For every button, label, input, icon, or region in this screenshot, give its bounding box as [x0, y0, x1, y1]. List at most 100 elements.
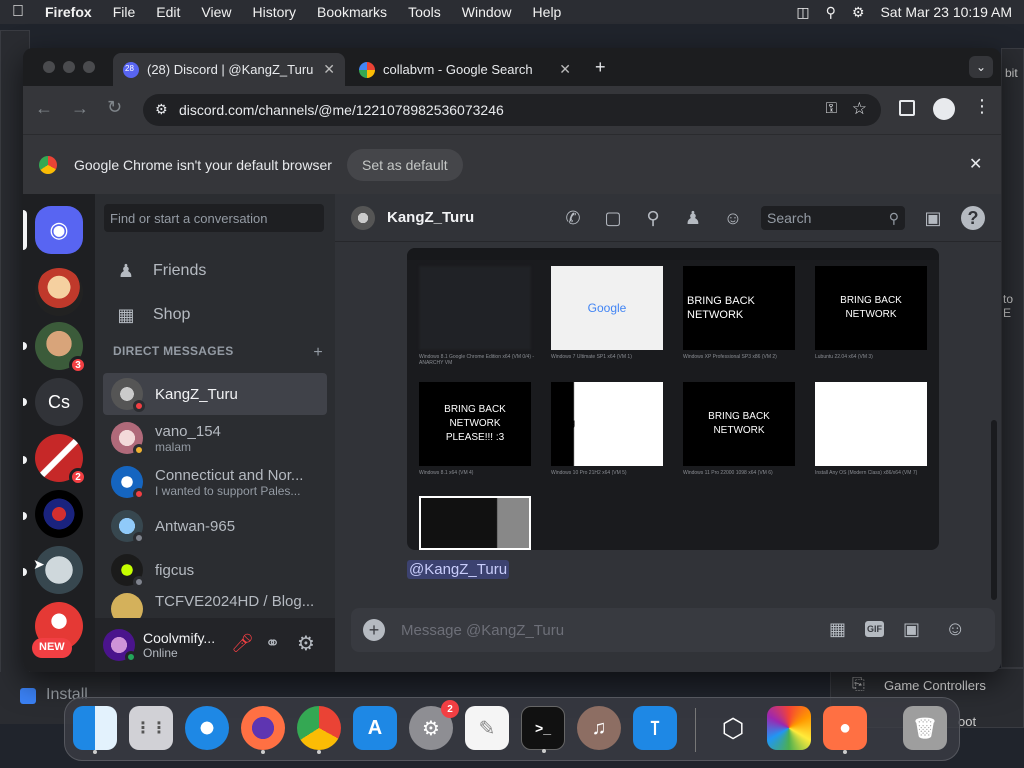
- display-icon[interactable]: ◫: [796, 4, 809, 21]
- dm-item-tcfve[interactable]: TCFVE2024HD / Blog...: [103, 593, 327, 618]
- voice-call-icon[interactable]: ✆: [561, 206, 585, 230]
- new-badge: NEW: [32, 638, 72, 658]
- tab-google-search[interactable]: collabvm - Google Search ✕: [349, 53, 581, 86]
- garageband-icon[interactable]: ♫: [577, 706, 621, 750]
- server-icon-1[interactable]: [35, 268, 83, 316]
- site-info-icon[interactable]: ⚙: [155, 101, 168, 118]
- unread-indicator: [23, 398, 27, 406]
- apple-icon[interactable]: : [12, 3, 24, 21]
- back-icon[interactable]: ←: [35, 98, 53, 119]
- close-infobar-icon[interactable]: ✕: [969, 154, 982, 174]
- menu-tools[interactable]: Tools: [408, 4, 441, 20]
- menubar-app-name[interactable]: Firefox: [45, 4, 92, 20]
- new-tab-icon[interactable]: +: [595, 57, 606, 78]
- reload-icon[interactable]: ↻: [107, 97, 122, 118]
- bookmark-star-icon[interactable]: ☆: [852, 99, 867, 119]
- firefox-icon[interactable]: [241, 706, 285, 754]
- chrome-icon[interactable]: [297, 706, 341, 754]
- trash-icon[interactable]: 🗑︎: [903, 706, 947, 750]
- tab-search-icon[interactable]: ⌄: [969, 56, 993, 78]
- dm-item-figcus[interactable]: figcus: [103, 549, 327, 591]
- help-icon[interactable]: ?: [961, 206, 985, 230]
- dm-item-connecticut[interactable]: Connecticut and Nor... I wanted to suppor…: [103, 461, 327, 503]
- close-window-button[interactable]: [43, 61, 55, 73]
- user-settings-gear-icon[interactable]: ⚙: [297, 631, 315, 656]
- default-browser-infobar: Google Chrome isn't your default browser…: [23, 134, 1001, 194]
- vm-thumbnail-7: [815, 382, 927, 466]
- server-icon-2[interactable]: 3: [35, 322, 87, 374]
- menu-edit[interactable]: Edit: [156, 4, 180, 20]
- video-call-icon[interactable]: ▢: [601, 206, 625, 230]
- direct-messages-header: DIRECT MESSAGES +: [113, 344, 323, 362]
- user-mention[interactable]: @KangZ_Turu: [407, 560, 510, 579]
- profile-icon[interactable]: [933, 98, 955, 120]
- message-input[interactable]: Message @KangZ_Turu: [401, 622, 564, 639]
- system-settings-icon[interactable]: ⚙ 2: [409, 700, 459, 750]
- inbox-icon[interactable]: ▣: [921, 206, 945, 230]
- minimize-window-button[interactable]: [63, 61, 75, 73]
- edge-text-toe: to E: [1003, 292, 1014, 320]
- spotlight-search-icon[interactable]: ⚲: [826, 4, 836, 21]
- close-tab-icon[interactable]: ✕: [559, 61, 571, 78]
- avatar: [111, 466, 145, 500]
- forward-icon[interactable]: →: [71, 98, 89, 119]
- safari-icon[interactable]: [185, 706, 229, 750]
- menu-window[interactable]: Window: [462, 4, 512, 20]
- photos-icon[interactable]: [767, 706, 811, 750]
- server-icon-5[interactable]: [35, 490, 83, 538]
- friends-nav-item[interactable]: ♟ Friends: [103, 250, 327, 292]
- find-conversation-button[interactable]: Find or start a conversation: [104, 204, 324, 232]
- user-panel: Coolvmify... Online 🎤︎ ⚭ ⚙: [95, 618, 335, 672]
- gif-icon[interactable]: GIF: [865, 621, 884, 637]
- menubar-clock[interactable]: Sat Mar 23 10:19 AM: [880, 4, 1012, 20]
- chrome-menu-icon[interactable]: ⋮: [973, 96, 991, 117]
- vm-caption-7: Install Any OS (Modern Class) x86/x64 (V…: [815, 470, 918, 476]
- menu-help[interactable]: Help: [533, 4, 562, 20]
- utm-cube-icon[interactable]: ⬡: [711, 706, 755, 750]
- user-avatar[interactable]: [103, 629, 137, 663]
- menu-history[interactable]: History: [252, 4, 296, 20]
- set-default-button[interactable]: Set as default: [347, 149, 463, 181]
- finder-icon[interactable]: [73, 706, 117, 754]
- zoom-window-button[interactable]: [83, 61, 95, 73]
- launchpad-icon[interactable]: ⋮⋮: [129, 706, 173, 750]
- sticker-icon[interactable]: ▣: [903, 619, 920, 640]
- shop-nav-item[interactable]: ▦ Shop: [103, 294, 327, 336]
- server-icon-4[interactable]: 2: [35, 434, 87, 486]
- chat-search-input[interactable]: Search ⚲: [761, 206, 905, 230]
- add-friends-to-dm-icon[interactable]: ♟: [681, 206, 705, 230]
- control-center-icon[interactable]: ⚙: [852, 4, 865, 21]
- gift-icon[interactable]: ▦: [829, 619, 846, 640]
- vscode-icon[interactable]: ⊺: [633, 706, 677, 750]
- emoji-icon[interactable]: ☺: [945, 618, 965, 641]
- create-dm-icon[interactable]: +: [313, 344, 323, 362]
- app-store-icon[interactable]: A: [353, 706, 397, 750]
- screen-recorder-icon[interactable]: ●: [823, 706, 867, 754]
- game-controllers-label[interactable]: Game Controllers: [884, 678, 986, 693]
- headset-icon[interactable]: ⚭: [265, 633, 280, 654]
- terminal-icon[interactable]: >_: [521, 706, 565, 753]
- dm-item-antwan[interactable]: Antwan-965: [103, 505, 327, 547]
- textedit-icon[interactable]: ✎: [465, 706, 509, 750]
- dm-item-kangz-turu[interactable]: KangZ_Turu: [103, 373, 327, 415]
- user-info[interactable]: Coolvmify... Online: [143, 630, 215, 660]
- close-tab-icon[interactable]: ✕: [323, 61, 335, 78]
- tab-discord[interactable]: 28 (28) Discord | @KangZ_Turu ✕: [113, 53, 345, 86]
- chat-scrollbar[interactable]: [991, 420, 997, 600]
- server-icon-cs[interactable]: Cs: [35, 378, 83, 426]
- direct-messages-home-button[interactable]: ◉: [35, 206, 83, 254]
- upload-plus-icon[interactable]: +: [363, 619, 385, 641]
- collabvm-screenshot-image[interactable]: Windows 8.1 Google Chrome Edition x64 (V…: [407, 248, 939, 550]
- dm-item-vano[interactable]: vano_154 malam: [103, 417, 327, 459]
- tab-bar: 28 (28) Discord | @KangZ_Turu ✕ collabvm…: [23, 48, 1001, 86]
- mute-microphone-icon[interactable]: 🎤︎: [231, 633, 254, 654]
- menu-file[interactable]: File: [113, 4, 136, 20]
- password-key-icon[interactable]: ⚿: [826, 100, 837, 117]
- menu-bookmarks[interactable]: Bookmarks: [317, 4, 387, 20]
- pinned-messages-icon[interactable]: ⚲: [641, 206, 665, 230]
- menu-view[interactable]: View: [201, 4, 231, 20]
- address-bar[interactable]: ⚙ discord.com/channels/@me/1221078982536…: [143, 94, 881, 126]
- user-profile-icon[interactable]: ☺: [721, 206, 745, 230]
- dock: ⋮⋮ A ⚙ 2 ✎ >_ ♫ ⊺ ⬡ ● 🗑︎: [64, 697, 960, 761]
- side-panel-icon[interactable]: [899, 100, 915, 116]
